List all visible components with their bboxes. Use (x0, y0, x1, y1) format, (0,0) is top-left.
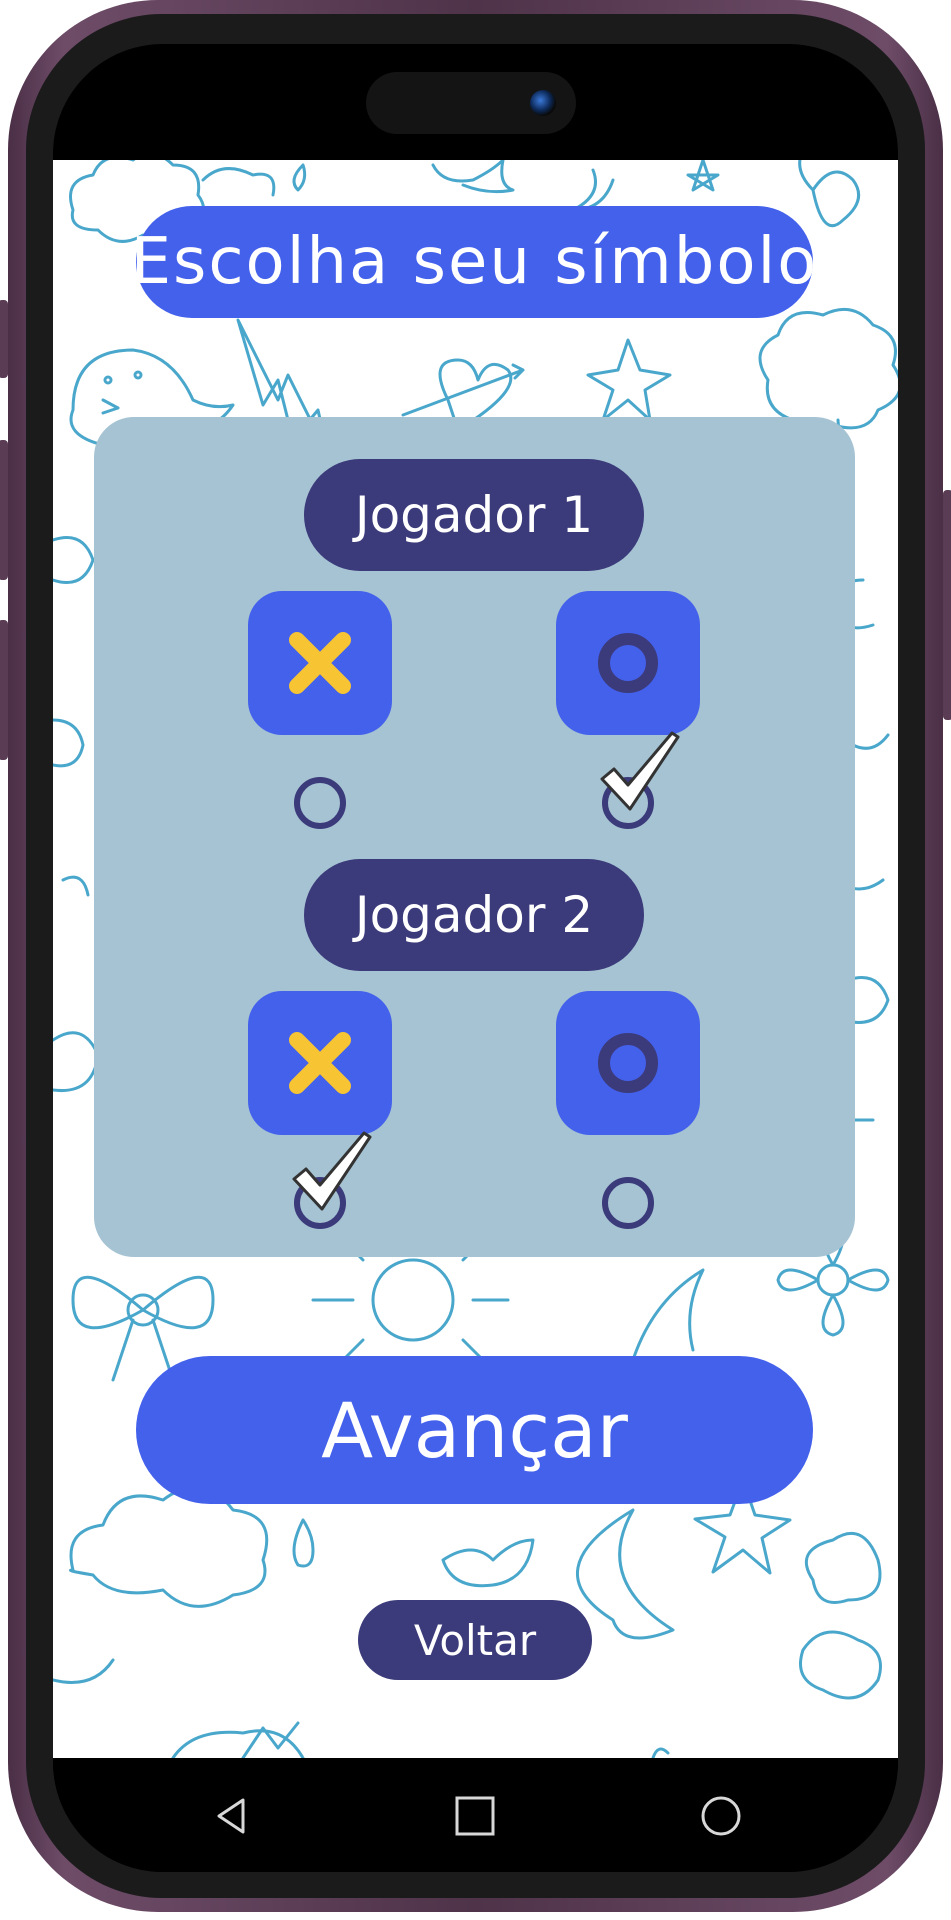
circle-recents-icon (701, 1796, 741, 1836)
camera-icon (530, 90, 556, 116)
page-title: Escolha seu símbolo (131, 206, 816, 318)
player-1-o-button[interactable] (556, 591, 700, 735)
triangle-back-icon (217, 1798, 245, 1834)
phone-side-button (0, 440, 8, 580)
player-1-x-radio[interactable] (294, 777, 346, 829)
player-2-o-button[interactable] (556, 991, 700, 1135)
nav-recents-button[interactable] (691, 1786, 751, 1846)
phone-power-button (943, 490, 951, 720)
x-icon (289, 1032, 351, 1094)
o-icon (598, 1033, 658, 1093)
player-1-o-radio[interactable] (602, 777, 654, 829)
x-icon (289, 632, 351, 694)
nav-back-button[interactable] (201, 1786, 261, 1846)
advance-button[interactable]: Avançar (136, 1356, 813, 1504)
phone-screen: Escolha seu símbolo Jogador 1 Jogador 2 (53, 44, 898, 1872)
android-navigation-bar (53, 1758, 898, 1872)
app-content: Escolha seu símbolo Jogador 1 Jogador 2 (53, 160, 898, 1758)
square-home-icon (455, 1796, 495, 1836)
player-1-label: Jogador 1 (304, 459, 644, 571)
nav-home-button[interactable] (445, 1786, 505, 1846)
player-2-x-button[interactable] (248, 991, 392, 1135)
phone-side-button (0, 300, 8, 378)
o-icon (598, 633, 658, 693)
dynamic-island (366, 72, 576, 134)
player-2-o-radio[interactable] (602, 1177, 654, 1229)
player-1-x-button[interactable] (248, 591, 392, 735)
symbol-selection-panel: Jogador 1 Jogador 2 (94, 417, 855, 1257)
back-button[interactable]: Voltar (358, 1600, 592, 1680)
phone-side-button (0, 620, 8, 760)
player-2-x-radio[interactable] (294, 1177, 346, 1229)
player-2-label: Jogador 2 (304, 859, 644, 971)
